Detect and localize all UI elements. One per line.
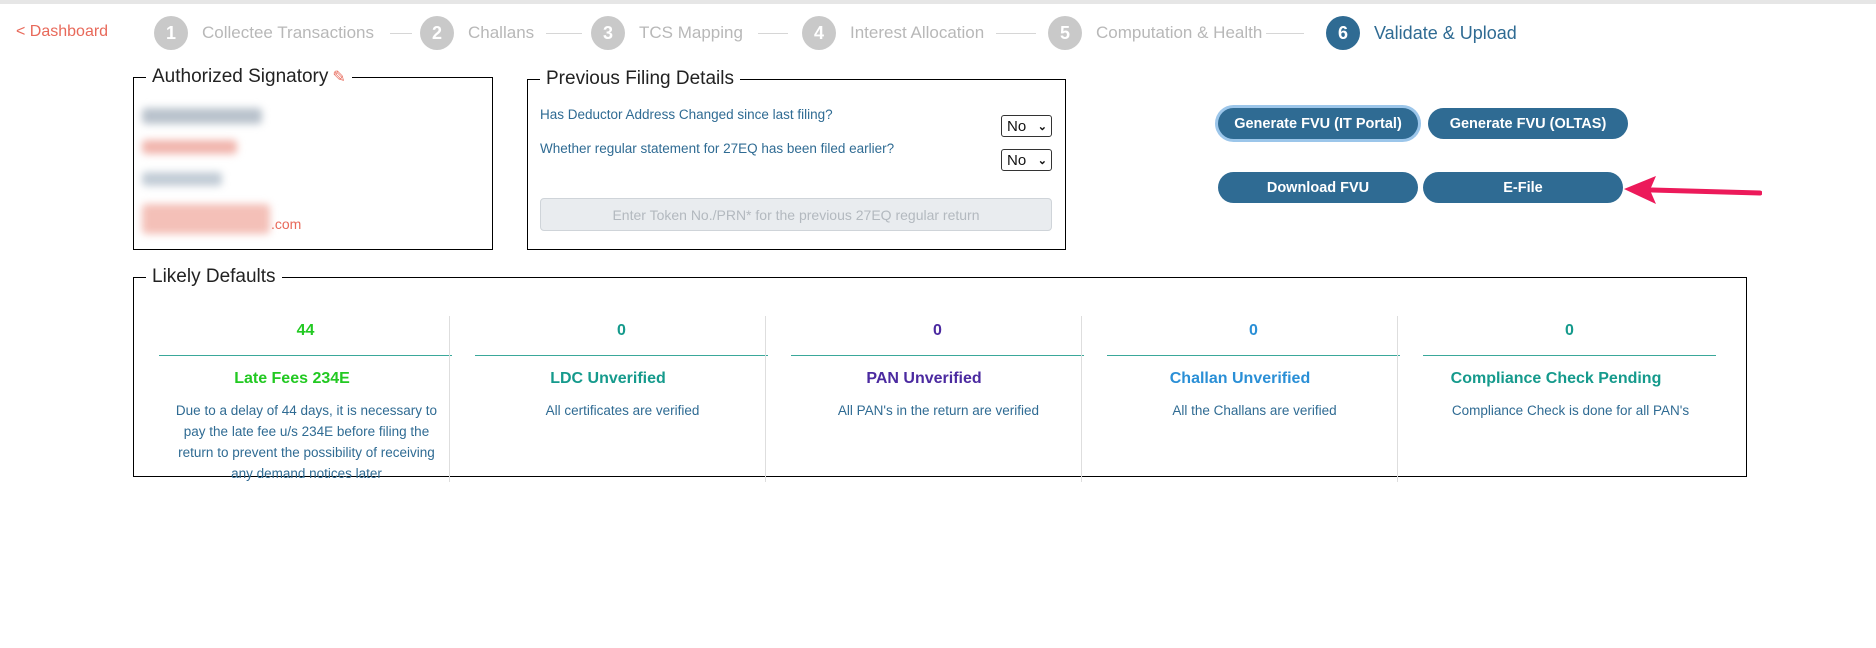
chevron-down-icon: ⌄: [1037, 154, 1047, 167]
panel-title: Authorized Signatory ✎: [146, 66, 352, 88]
default-title: Late Fees 234E: [234, 370, 350, 387]
step-label: Collectee Transactions: [202, 23, 374, 42]
default-count: 44: [296, 322, 315, 339]
address-changed-question: Has Deductor Address Changed since last …: [540, 107, 833, 122]
select-value: No: [1007, 117, 1027, 135]
download-fvu-button[interactable]: Download FVU: [1218, 172, 1418, 203]
default-card-compliance-check: 0 Compliance Check Pending Compliance Ch…: [1398, 316, 1716, 482]
step-connector: [546, 33, 582, 34]
step-connector: [758, 33, 788, 34]
default-description: All PAN's in the return are verified: [837, 403, 1040, 418]
email-suffix: .com: [271, 216, 302, 232]
step-connector: [996, 33, 1036, 34]
annotation-arrow-icon: [1624, 176, 1762, 204]
redacted-phone: [142, 172, 222, 186]
step-challans[interactable]: 2 Challans: [420, 16, 534, 50]
step-number: 3: [591, 16, 625, 50]
card-divider: [791, 355, 1084, 356]
default-count: 0: [1565, 322, 1574, 339]
default-count: 0: [1249, 322, 1258, 339]
default-card-late-fees: 44 Late Fees 234E Due to a delay of 44 d…: [134, 316, 452, 482]
regular-statement-select[interactable]: No ⌄: [1001, 149, 1052, 171]
step-connector: [1266, 33, 1304, 34]
default-card-challan-unverified: 0 Challan Unverified All the Challans ar…: [1082, 316, 1400, 482]
panel-title: Previous Filing Details: [546, 68, 734, 89]
step-computation-health[interactable]: 5 Computation & Health: [1048, 16, 1262, 50]
default-description: Due to a delay of 44 days, it is necessa…: [175, 403, 438, 481]
step-collectee-transactions[interactable]: 1 Collectee Transactions: [154, 16, 374, 50]
step-number: 6: [1326, 16, 1360, 50]
chevron-down-icon: ⌄: [1037, 120, 1047, 133]
redacted-email: [142, 204, 270, 234]
default-description: Compliance Check is done for all PAN's: [1451, 403, 1690, 418]
pencil-icon[interactable]: ✎: [332, 69, 345, 86]
step-tcs-mapping[interactable]: 3 TCS Mapping: [591, 16, 743, 50]
default-count: 0: [617, 322, 626, 339]
default-count: 0: [933, 322, 942, 339]
step-label: Interest Allocation: [850, 23, 985, 42]
back-to-dashboard-link[interactable]: < Dashboard: [16, 23, 108, 41]
regular-statement-question: Whether regular statement for 27EQ has b…: [540, 141, 895, 156]
generate-fvu-oltas-button[interactable]: Generate FVU (OLTAS): [1428, 108, 1628, 139]
card-divider: [475, 355, 768, 356]
card-divider: [1107, 355, 1400, 356]
default-description: All certificates are verified: [545, 403, 700, 418]
select-value: No: [1007, 151, 1027, 169]
card-divider: [159, 355, 452, 356]
previous-filing-panel: Previous Filing Details Has Deductor Add…: [527, 68, 1066, 250]
step-number: 1: [154, 16, 188, 50]
step-number: 2: [420, 16, 454, 50]
default-description: All the Challans are verified: [1172, 403, 1337, 418]
step-connector: [390, 33, 412, 34]
step-label: Validate & Upload: [1374, 22, 1517, 43]
panel-title: Likely Defaults: [152, 266, 276, 287]
step-number: 5: [1048, 16, 1082, 50]
authorized-signatory-panel: Authorized Signatory ✎ .com: [133, 66, 493, 250]
generate-fvu-it-portal-button[interactable]: Generate FVU (IT Portal): [1218, 108, 1418, 139]
address-changed-select[interactable]: No ⌄: [1001, 115, 1052, 137]
default-title: Challan Unverified: [1169, 370, 1311, 387]
step-label: Computation & Health: [1096, 23, 1263, 42]
default-title: PAN Unverified: [866, 370, 982, 387]
step-number: 4: [802, 16, 836, 50]
redacted-designation: [142, 140, 237, 154]
token-input[interactable]: Enter Token No./PRN* for the previous 27…: [540, 198, 1052, 231]
step-interest-allocation[interactable]: 4 Interest Allocation: [802, 16, 984, 50]
top-divider: [0, 0, 1876, 4]
card-divider: [1423, 355, 1716, 356]
step-label: Challans: [468, 23, 535, 42]
signatory-title: Authorized Signatory: [152, 66, 329, 87]
e-file-button[interactable]: E-File: [1423, 172, 1623, 203]
default-card-pan-unverified: 0 PAN Unverified All PAN's in the return…: [766, 316, 1084, 482]
redacted-name: [142, 108, 262, 124]
default-title: Compliance Check Pending: [1450, 370, 1662, 387]
default-title: LDC Unverified: [550, 370, 666, 387]
default-card-ldc-unverified: 0 LDC Unverified All certificates are ve…: [450, 316, 768, 482]
step-label: TCS Mapping: [639, 23, 743, 42]
step-validate-upload[interactable]: 6 Validate & Upload: [1326, 16, 1517, 50]
likely-defaults-panel: Likely Defaults 44 Late Fees 234E Due to…: [133, 266, 1747, 482]
